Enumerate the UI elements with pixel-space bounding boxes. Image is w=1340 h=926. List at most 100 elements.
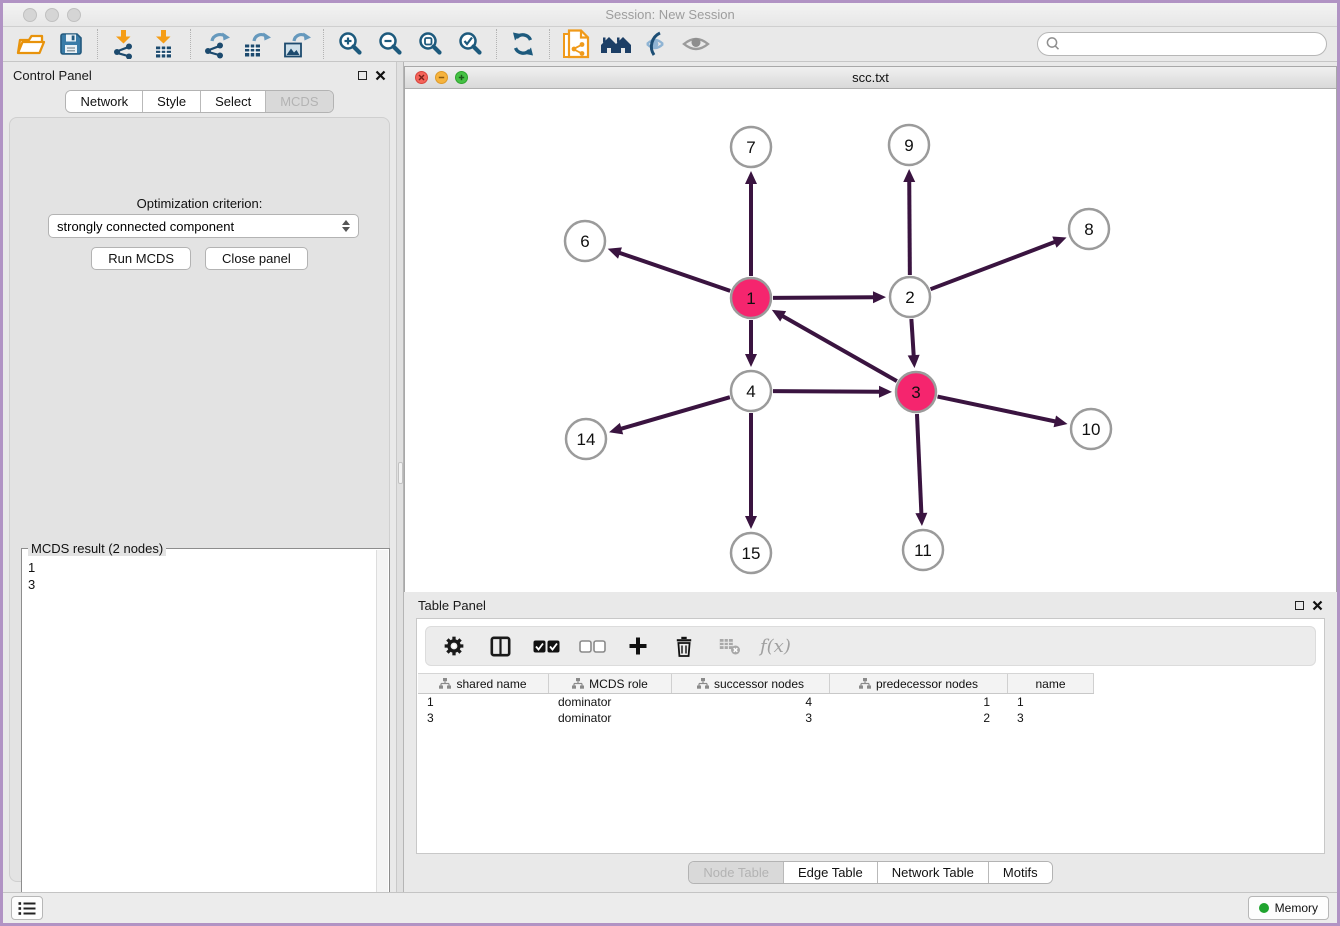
graph-edge-3-11[interactable] <box>917 414 921 515</box>
svg-text:9: 9 <box>904 136 913 155</box>
tab-style[interactable]: Style <box>143 91 201 112</box>
export-network-icon <box>202 29 232 59</box>
graph-edge-3-1[interactable] <box>781 315 896 381</box>
export-table-button[interactable] <box>237 28 277 60</box>
graph-edge-arrow <box>873 291 886 303</box>
export-image-button[interactable] <box>277 28 317 60</box>
tab-mcds[interactable]: MCDS <box>266 91 332 112</box>
optimization-criterion-select[interactable]: strongly connected component <box>48 214 359 238</box>
column-header-shared-name[interactable]: shared name <box>418 674 549 693</box>
export-network-button[interactable] <box>197 28 237 60</box>
table-row[interactable]: 1 dominator 4 1 1 <box>418 694 1094 710</box>
refresh-icon <box>510 31 536 57</box>
refresh-button[interactable] <box>503 28 543 60</box>
close-panel-button[interactable]: Close panel <box>205 247 308 270</box>
graph-edge-3-10[interactable] <box>938 397 1057 422</box>
tab-edge-table[interactable]: Edge Table <box>784 862 878 883</box>
table-toolbar: f(x) <box>425 626 1316 666</box>
import-table-button[interactable] <box>144 28 184 60</box>
graph-node-4[interactable]: 4 <box>731 371 771 411</box>
function-builder-button-disabled[interactable]: f(x) <box>760 636 791 657</box>
graph-node-10[interactable]: 10 <box>1071 409 1111 449</box>
tree-icon <box>697 678 709 689</box>
selected-option: strongly connected component <box>57 219 234 234</box>
network-window-titlebar: scc.txt <box>405 67 1336 89</box>
graph-edge-4-14[interactable] <box>620 397 730 429</box>
hide-button[interactable] <box>636 28 676 60</box>
mcds-result-list: 1 3 <box>28 559 375 926</box>
graph-node-2[interactable]: 2 <box>890 277 930 317</box>
graph-node-7[interactable]: 7 <box>731 127 771 167</box>
import-network-button[interactable] <box>104 28 144 60</box>
column-header-predecessor-nodes[interactable]: predecessor nodes <box>830 674 1008 693</box>
delete-table-button-disabled[interactable] <box>714 630 746 662</box>
tab-network[interactable]: Network <box>66 91 143 112</box>
graph-node-11[interactable]: 11 <box>903 530 943 570</box>
graph-edge-1-6[interactable] <box>618 252 730 290</box>
graph-node-9[interactable]: 9 <box>889 125 929 165</box>
graph-edge-2-9[interactable] <box>909 180 910 275</box>
table-row[interactable]: 3 dominator 3 2 3 <box>418 710 1094 726</box>
column-header-successor-nodes[interactable]: successor nodes <box>672 674 830 693</box>
home-button[interactable] <box>596 28 636 60</box>
optimization-criterion-label: Optimization criterion: <box>10 196 389 211</box>
graph-node-8[interactable]: 8 <box>1069 209 1109 249</box>
zoom-in-icon <box>337 31 363 57</box>
tree-icon <box>439 678 451 689</box>
network-document-icon <box>562 29 590 59</box>
tab-network-table[interactable]: Network Table <box>878 862 989 883</box>
float-panel-icon[interactable] <box>358 71 367 80</box>
graph-node-15[interactable]: 15 <box>731 533 771 573</box>
save-session-button[interactable] <box>51 28 91 60</box>
graph-node-14[interactable]: 14 <box>566 419 606 459</box>
graph-edge-arrow <box>1054 415 1068 427</box>
graph-edge-arrow <box>915 513 927 526</box>
show-button[interactable] <box>676 28 716 60</box>
graph-node-1[interactable]: 1 <box>731 278 771 318</box>
zoom-fit-button[interactable] <box>410 28 450 60</box>
export-image-icon <box>282 29 312 59</box>
svg-text:6: 6 <box>580 232 589 251</box>
float-panel-icon[interactable] <box>1295 601 1304 610</box>
graph-edge-4-3[interactable] <box>773 391 881 392</box>
delete-column-button[interactable] <box>668 630 700 662</box>
memory-button[interactable]: Memory <box>1248 896 1329 920</box>
network-canvas[interactable]: 7 9 6 8 1 2 4 3 14 10 15 11 <box>405 89 1336 592</box>
window-title: Session: New Session <box>3 7 1337 22</box>
search-input[interactable] <box>1061 34 1326 54</box>
zoom-out-button[interactable] <box>370 28 410 60</box>
graph-edge-2-3[interactable] <box>911 319 913 357</box>
graph-node-6[interactable]: 6 <box>565 221 605 261</box>
table-settings-button[interactable] <box>438 630 470 662</box>
graph-edge-2-8[interactable] <box>931 241 1057 289</box>
panel-splitter[interactable] <box>396 62 404 892</box>
show-panels-button[interactable] <box>11 896 43 920</box>
search-box[interactable] <box>1037 32 1327 56</box>
table-header-row: shared name MCDS role successor nodes pr… <box>418 673 1094 694</box>
svg-text:2: 2 <box>905 288 914 307</box>
column-view-button[interactable] <box>484 630 516 662</box>
result-scrollbar[interactable] <box>376 550 388 926</box>
zoom-selected-button[interactable] <box>450 28 490 60</box>
run-mcds-button[interactable]: Run MCDS <box>91 247 191 270</box>
column-header-name[interactable]: name <box>1008 674 1094 693</box>
zoom-in-button[interactable] <box>330 28 370 60</box>
tab-select[interactable]: Select <box>201 91 266 112</box>
tab-node-table[interactable]: Node Table <box>689 862 784 883</box>
graph-node-3[interactable]: 3 <box>896 372 936 412</box>
deselect-all-columns-button[interactable] <box>576 630 608 662</box>
table-panel-tabs: Node Table Edge Table Network Table Moti… <box>688 861 1052 884</box>
close-panel-icon[interactable] <box>375 70 386 81</box>
select-all-columns-button[interactable] <box>530 630 562 662</box>
tab-motifs[interactable]: Motifs <box>989 862 1052 883</box>
column-header-mcds-role[interactable]: MCDS role <box>549 674 672 693</box>
new-network-from-selection-button[interactable] <box>556 28 596 60</box>
create-column-button[interactable] <box>622 630 654 662</box>
table-panel-header: Table Panel <box>404 592 1337 618</box>
close-panel-icon[interactable] <box>1312 600 1323 611</box>
graph-edge-1-2[interactable] <box>773 297 875 298</box>
cell-successor-nodes: 3 <box>672 711 830 725</box>
graph-edge-arrow <box>609 423 623 435</box>
open-session-button[interactable] <box>11 28 51 60</box>
splitter-grip[interactable] <box>398 462 403 484</box>
